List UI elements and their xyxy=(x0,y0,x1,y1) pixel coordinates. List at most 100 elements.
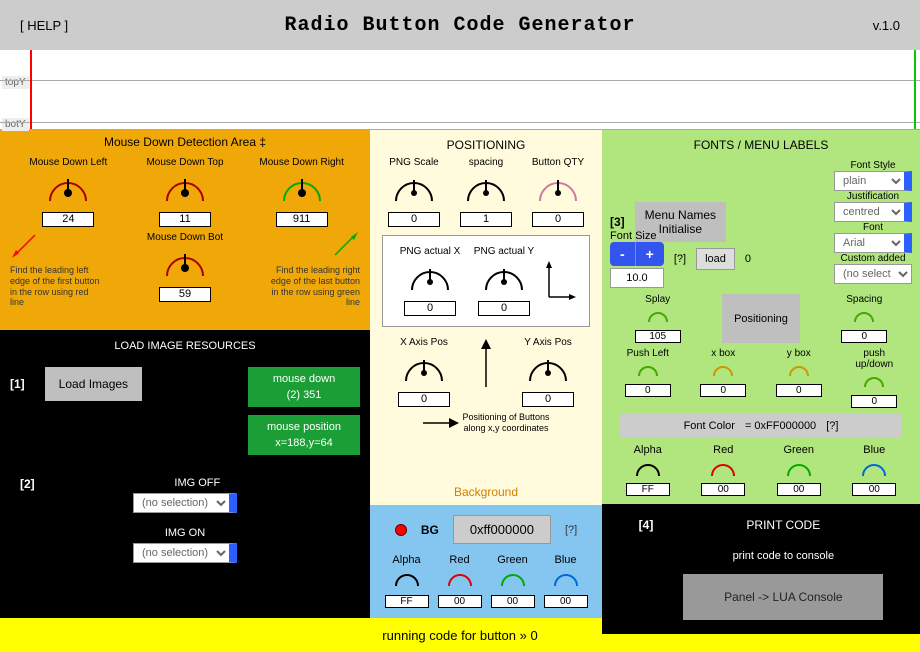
font-label: Font xyxy=(834,222,912,233)
background-title: Background xyxy=(370,479,602,505)
dial-icon[interactable] xyxy=(393,568,421,590)
print-code-sub: print code to console xyxy=(683,550,883,562)
dial-icon[interactable] xyxy=(392,171,436,207)
fc-red-label: Red xyxy=(699,444,747,456)
font-zero: 0 xyxy=(745,253,751,265)
y-axis-value[interactable]: 0 xyxy=(522,392,574,407)
img-on-select[interactable]: (no selection) xyxy=(133,543,237,563)
dial-icon[interactable] xyxy=(402,351,446,387)
button-qty-value[interactable]: 0 xyxy=(532,212,584,227)
help-button[interactable]: [ HELP ] xyxy=(20,18,68,33)
bg-blue-label: Blue xyxy=(542,554,590,566)
positioning-note: Positioning of Buttons along x,y coordin… xyxy=(461,412,551,434)
step-2-label: [2] xyxy=(20,477,35,491)
dial-icon[interactable] xyxy=(46,171,90,207)
png-actual-y-value[interactable]: 0 xyxy=(478,301,530,316)
arrow-red-icon xyxy=(10,232,40,260)
bg-color-dot-icon[interactable] xyxy=(395,524,407,536)
dial-icon[interactable] xyxy=(163,171,207,207)
dial-icon[interactable] xyxy=(647,307,669,325)
bg-blue-value[interactable]: 00 xyxy=(544,595,588,608)
bg-green-value[interactable]: 00 xyxy=(491,595,535,608)
bg-color-field[interactable]: 0xff000000 xyxy=(453,515,551,544)
mouse-down-bot-value[interactable]: 59 xyxy=(159,287,211,302)
mouse-down-right-value[interactable]: 911 xyxy=(276,212,328,227)
dial-icon[interactable] xyxy=(785,458,813,480)
load-images-button[interactable]: Load Images xyxy=(45,367,142,401)
font-style-label: Font Style xyxy=(834,160,912,171)
load-font-button[interactable]: load xyxy=(696,248,735,270)
dial-icon[interactable] xyxy=(634,458,662,480)
dial-icon[interactable] xyxy=(863,372,885,390)
dial-icon[interactable] xyxy=(408,260,452,296)
dial-icon[interactable] xyxy=(552,568,580,590)
red-marker-line[interactable] xyxy=(30,50,32,129)
custom-added-select[interactable]: (no selection) xyxy=(834,264,912,284)
font-color-value[interactable]: = 0xFF000000 xyxy=(745,420,816,432)
fc-red-value[interactable]: 00 xyxy=(701,483,745,496)
plus-icon[interactable]: + xyxy=(636,242,664,266)
bg-red-value[interactable]: 00 xyxy=(438,595,482,608)
dial-icon[interactable] xyxy=(526,351,570,387)
font-size-stepper[interactable]: -+ xyxy=(610,242,664,266)
png-actual-x-label: PNG actual X xyxy=(395,246,465,257)
dial-icon[interactable] xyxy=(712,361,734,379)
dial-icon[interactable] xyxy=(446,568,474,590)
dial-icon[interactable] xyxy=(280,171,324,207)
img-on-label: IMG ON xyxy=(10,527,360,539)
positioning-button[interactable]: Positioning xyxy=(722,294,800,343)
spacing-value[interactable]: 1 xyxy=(460,212,512,227)
font-spacing-value[interactable]: 0 xyxy=(841,330,887,343)
dial-icon[interactable] xyxy=(163,246,207,282)
font-select[interactable]: Arial xyxy=(834,233,912,253)
pushud-value[interactable]: 0 xyxy=(851,395,897,408)
font-size-value[interactable]: 10.0 xyxy=(610,268,664,288)
png-actual-x-value[interactable]: 0 xyxy=(404,301,456,316)
font-color-label: Font Color xyxy=(684,420,735,432)
ybox-label: y box xyxy=(768,348,830,359)
png-actual-y-label: PNG actual Y xyxy=(469,246,539,257)
font-color-help-button[interactable]: [?] xyxy=(826,420,838,432)
dial-icon[interactable] xyxy=(853,307,875,325)
ybox-value[interactable]: 0 xyxy=(776,384,822,397)
dial-icon[interactable] xyxy=(499,568,527,590)
bg-help-button[interactable]: [?] xyxy=(565,524,577,536)
dial-icon[interactable] xyxy=(637,361,659,379)
mouse-down-title: Mouse Down Detection Area ‡ xyxy=(10,135,360,149)
arrow-green-icon xyxy=(330,232,360,260)
push-left-value[interactable]: 0 xyxy=(625,384,671,397)
dial-icon[interactable] xyxy=(788,361,810,379)
font-help-button[interactable]: [?] xyxy=(674,253,686,265)
dial-icon[interactable] xyxy=(709,458,737,480)
mouse-down-top-value[interactable]: 11 xyxy=(159,212,211,227)
button-qty-label: Button QTY xyxy=(525,157,591,168)
minus-icon[interactable]: - xyxy=(610,242,636,266)
ruler-line-bot xyxy=(0,122,920,123)
y-axis-label: Y Axis Pos xyxy=(508,337,588,348)
png-scale-value[interactable]: 0 xyxy=(388,212,440,227)
dial-icon[interactable] xyxy=(536,171,580,207)
justification-select[interactable]: centred xyxy=(834,202,912,222)
fc-alpha-value[interactable]: FF xyxy=(626,483,670,496)
fc-blue-label: Blue xyxy=(850,444,898,456)
green-marker-line[interactable] xyxy=(914,50,916,129)
splay-value[interactable]: 105 xyxy=(635,330,681,343)
panel-to-lua-button[interactable]: Panel -> LUA Console xyxy=(683,574,883,620)
ruler-area[interactable]: topY botY xyxy=(0,50,920,130)
dial-icon[interactable] xyxy=(464,171,508,207)
xbox-value[interactable]: 0 xyxy=(700,384,746,397)
fonts-title: FONTS / MENU LABELS xyxy=(610,138,912,152)
dial-icon[interactable] xyxy=(482,260,526,296)
arrow-up-icon xyxy=(476,337,496,393)
img-off-label: IMG OFF xyxy=(10,477,360,489)
dial-icon[interactable] xyxy=(860,458,888,480)
font-spacing-label: Spacing xyxy=(833,294,895,305)
mouse-down-left-value[interactable]: 24 xyxy=(42,212,94,227)
x-axis-value[interactable]: 0 xyxy=(398,392,450,407)
fc-blue-value[interactable]: 00 xyxy=(852,483,896,496)
mousedown-readout: mouse down (2) 351 xyxy=(248,367,360,407)
bg-alpha-value[interactable]: FF xyxy=(385,595,429,608)
font-style-select[interactable]: plain xyxy=(834,171,912,191)
img-off-select[interactable]: (no selection) xyxy=(133,493,237,513)
fc-green-value[interactable]: 00 xyxy=(777,483,821,496)
